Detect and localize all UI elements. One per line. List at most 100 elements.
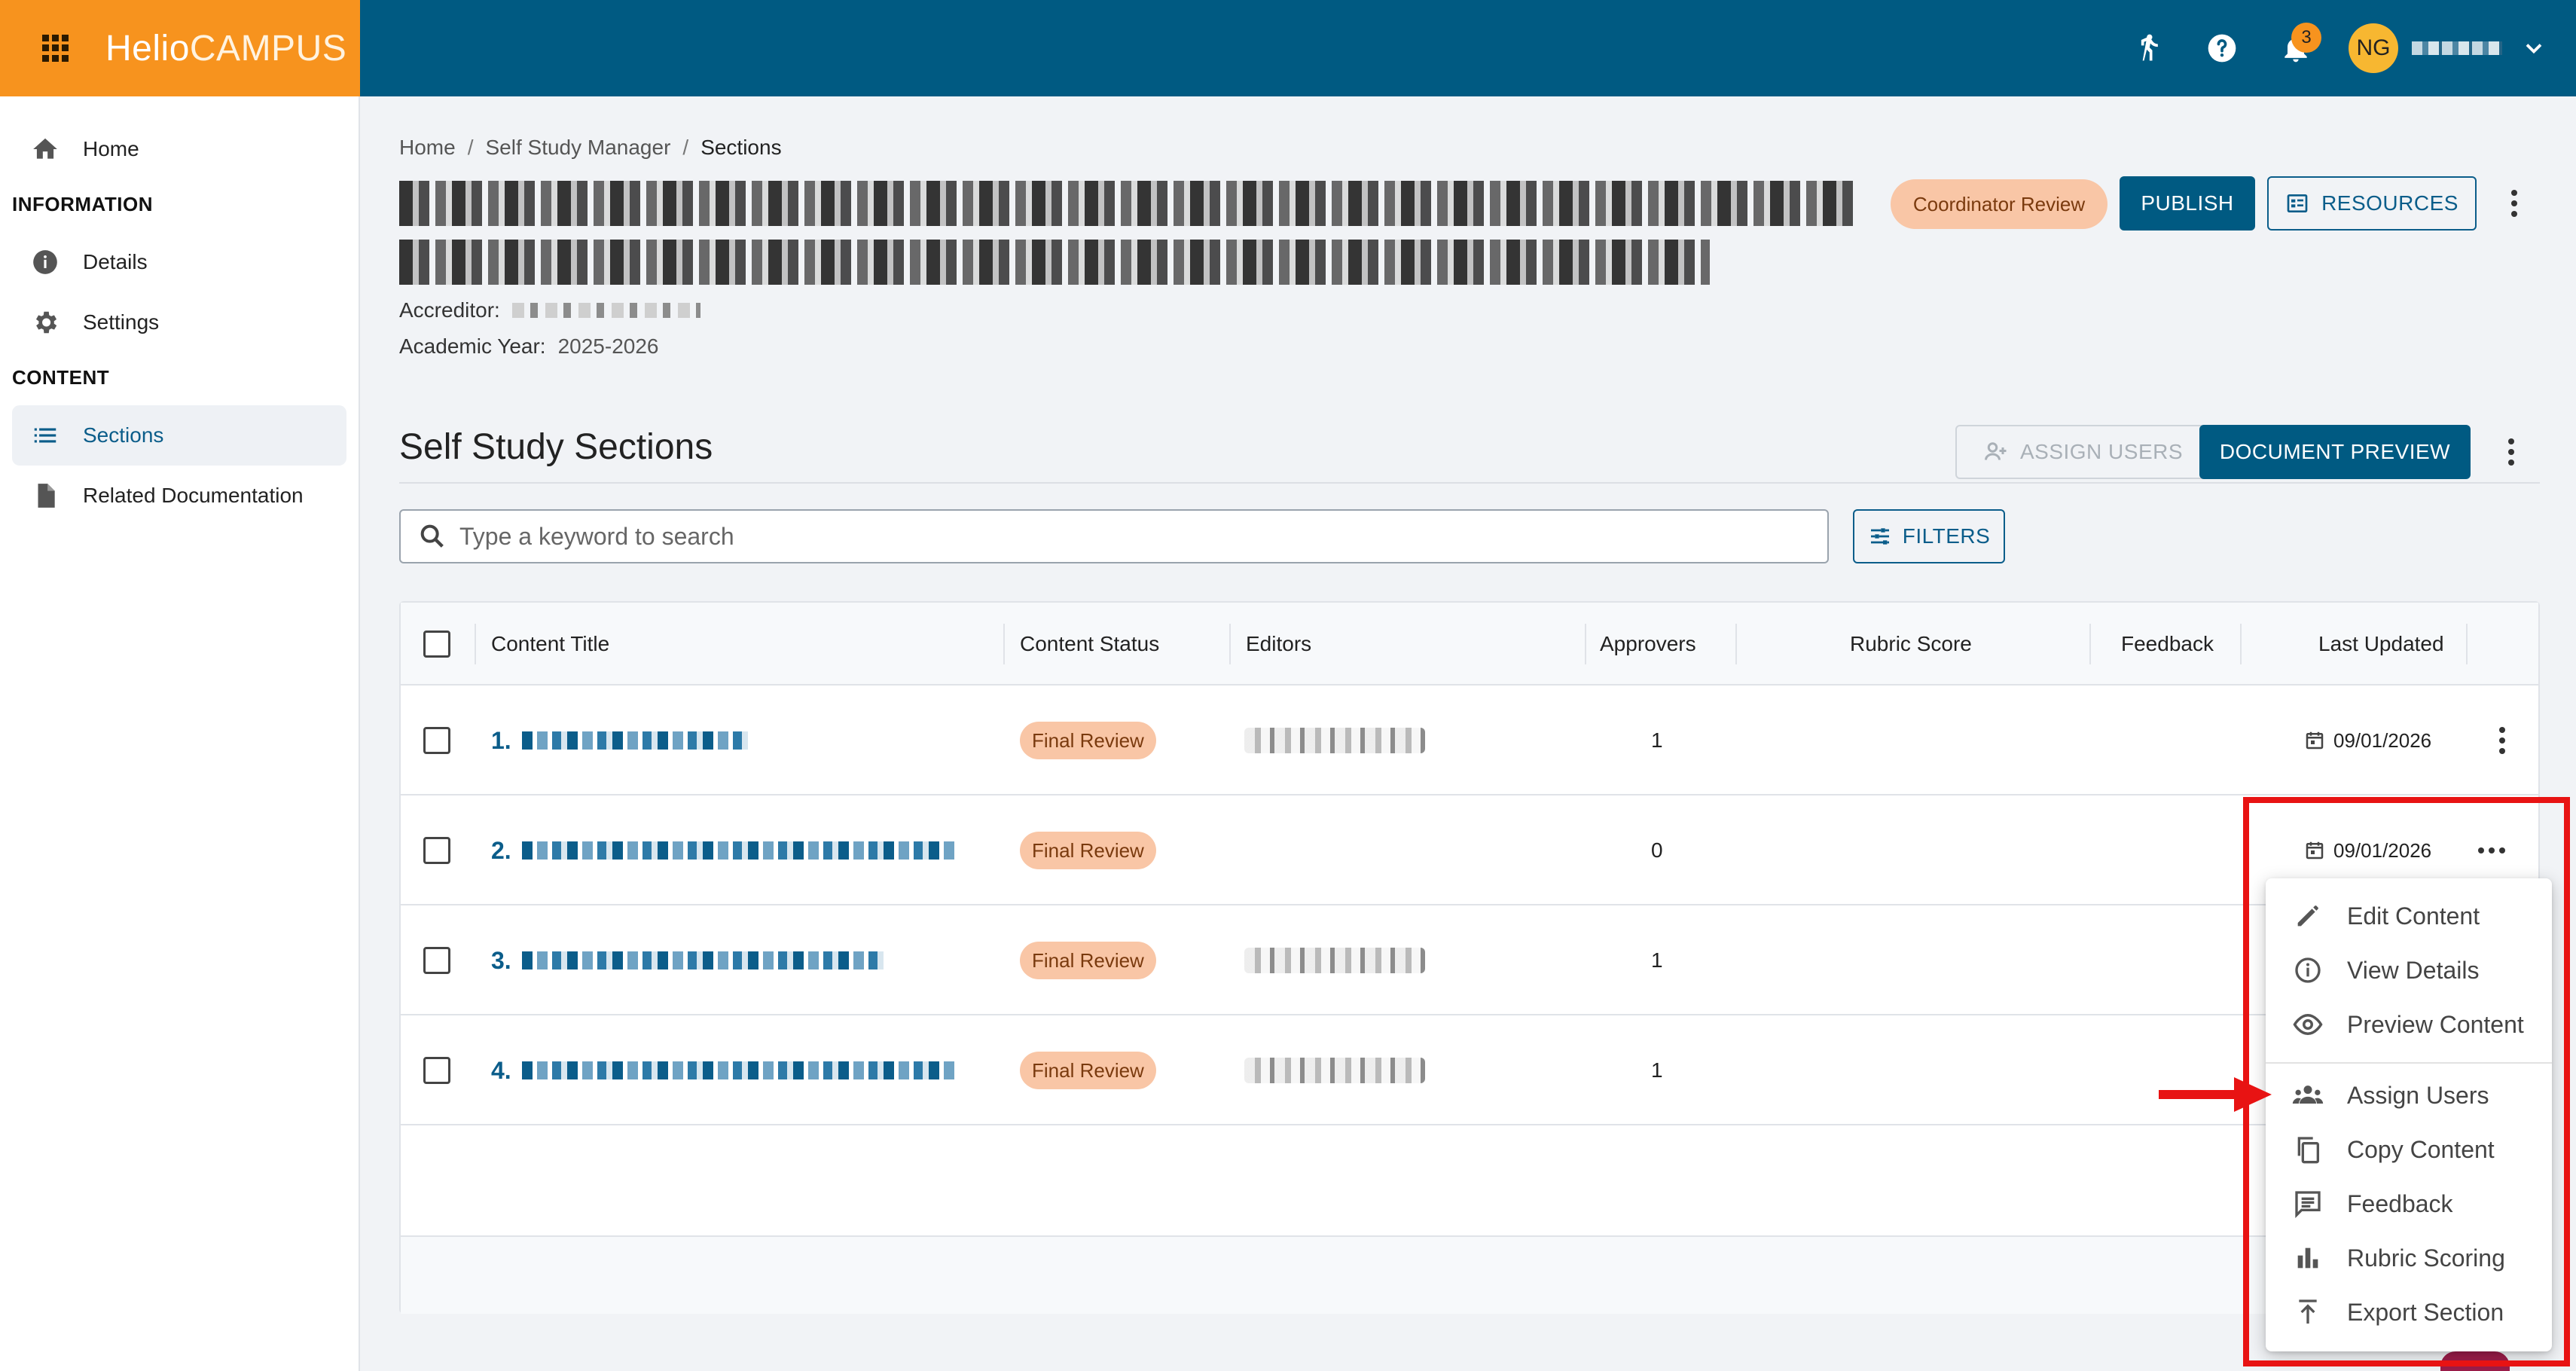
accreditor-value-redacted [511, 303, 700, 318]
page-title-redacted-line2 [399, 240, 1710, 285]
document-preview-button[interactable]: DOCUMENT PREVIEW [2199, 425, 2471, 479]
status-pill: Final Review [1020, 1052, 1156, 1089]
column-header-approvers[interactable]: Approvers [1600, 603, 1696, 686]
table-footer [401, 1235, 2538, 1314]
editor-redacted [1244, 1058, 1425, 1083]
breadcrumb-self-study-manager[interactable]: Self Study Manager [485, 136, 670, 160]
brand-area: HelioCAMPUS [0, 0, 360, 96]
resources-button[interactable]: RESOURCES [2267, 176, 2477, 231]
assign-users-label: ASSIGN USERS [2019, 440, 2184, 463]
row-more-options-icon[interactable] [2487, 718, 2517, 763]
academic-year-value: 2025-2026 [557, 334, 659, 358]
table-header: Content Title Content Status Editors App… [401, 603, 2538, 686]
annotation-arrow-icon [2159, 1077, 2272, 1112]
status-pill: Final Review [1020, 942, 1156, 979]
breadcrumb-home[interactable]: Home [399, 136, 456, 160]
search-input[interactable] [459, 522, 1740, 551]
sections-table: Content Title Content Status Editors App… [399, 601, 2540, 1314]
assign-users-button[interactable]: ASSIGN USERS [1955, 425, 2210, 479]
content-title-link[interactable]: 3. [491, 905, 884, 1015]
page-title-redacted [399, 181, 1853, 226]
breadcrumb-separator: / [682, 136, 689, 159]
select-all-checkbox[interactable] [423, 631, 450, 658]
table-row[interactable]: 1. Final Review 1 09/01/2026 [401, 686, 2538, 795]
row-checkbox[interactable] [423, 1057, 450, 1084]
breadcrumb-separator: / [467, 136, 474, 159]
sidebar-item-home[interactable]: Home [12, 119, 346, 179]
filters-label: FILTERS [1902, 524, 1991, 548]
filter-sliders-icon [1870, 528, 1889, 545]
search-icon [420, 524, 444, 548]
section-divider [399, 482, 2540, 484]
approvers-count: 1 [1651, 1058, 1663, 1082]
section-heading: Self Study Sections [399, 427, 713, 467]
column-header-content-status[interactable]: Content Status [1020, 603, 1159, 686]
sidebar-item-label: Details [83, 250, 148, 273]
row-checkbox[interactable] [423, 727, 450, 754]
sidebar-item-sections[interactable]: Sections [12, 405, 346, 466]
sidebar-section-content: CONTENT [12, 366, 110, 389]
resources-icon [2287, 194, 2308, 212]
table-row[interactable]: 2. Final Review 0 09/01/2026 [401, 795, 2538, 905]
info-icon [30, 247, 60, 277]
sidebar-item-label: Settings [83, 310, 160, 334]
sidebar-item-settings[interactable]: Settings [12, 292, 346, 353]
sidebar-item-details[interactable]: Details [12, 232, 346, 292]
row-checkbox[interactable] [423, 947, 450, 974]
notification-count-badge: 3 [2291, 23, 2321, 53]
resources-button-label: RESOURCES [2321, 191, 2458, 215]
home-icon [30, 134, 60, 164]
heliocampus-logo[interactable]: HelioCAMPUS [105, 28, 346, 69]
chevron-down-icon[interactable] [2520, 35, 2547, 62]
sidebar-item-label: Home [83, 137, 139, 160]
top-app-bar: HelioCAMPUS 3 NG [0, 0, 2576, 96]
add-person-icon [1984, 442, 2007, 460]
breadcrumb: Home / Self Study Manager / Sections [399, 136, 782, 160]
search-box[interactable] [399, 509, 1829, 563]
help-icon[interactable] [2201, 27, 2243, 69]
user-name-redacted[interactable] [2412, 41, 2502, 55]
last-updated: 09/01/2026 [2303, 686, 2431, 795]
column-header-rubric-score[interactable]: Rubric Score [1850, 603, 1972, 686]
approvers-count: 0 [1651, 838, 1663, 862]
content-title-link[interactable]: 2. [491, 795, 959, 905]
approvers-count: 1 [1651, 728, 1663, 752]
notifications-bell-icon[interactable]: 3 [2275, 23, 2321, 69]
status-pill: Final Review [1020, 832, 1156, 869]
accreditor-row: Accreditor: [399, 298, 700, 322]
content-title-link[interactable]: 1. [491, 686, 748, 795]
sidebar-item-label: Related Documentation [83, 484, 304, 507]
app-launcher-icon[interactable] [42, 35, 69, 62]
content-title-link[interactable]: 4. [491, 1015, 959, 1125]
gear-icon [30, 307, 60, 337]
user-avatar[interactable]: NG [2349, 23, 2398, 73]
sidebar-item-related-documentation[interactable]: Related Documentation [12, 466, 346, 526]
page-more-options-icon[interactable] [2499, 181, 2529, 226]
column-header-editors[interactable]: Editors [1246, 603, 1311, 686]
row-checkbox[interactable] [423, 837, 450, 864]
document-icon [30, 481, 60, 511]
status-badge: Coordinator Review [1891, 179, 2107, 229]
filters-button[interactable]: FILTERS [1853, 509, 2005, 563]
approvers-count: 1 [1651, 948, 1663, 972]
academic-year-label: Academic Year: [399, 334, 546, 358]
calendar-icon [2306, 731, 2324, 750]
column-header-feedback[interactable]: Feedback [2121, 603, 2214, 686]
sidebar: Home INFORMATION Details Settings CONTEN… [0, 96, 360, 1371]
table-row[interactable]: 3. Final Review 1 [401, 905, 2538, 1015]
publish-button[interactable]: PUBLISH [2120, 176, 2255, 231]
sidebar-item-label: Sections [83, 423, 164, 447]
academic-year-row: Academic Year: 2025-2026 [399, 334, 658, 359]
accessibility-walk-icon[interactable] [2127, 27, 2169, 69]
status-pill: Final Review [1020, 722, 1156, 759]
accreditor-label: Accreditor: [399, 298, 500, 322]
list-icon [30, 420, 60, 450]
breadcrumb-current: Sections [700, 136, 782, 159]
sidebar-section-information: INFORMATION [12, 193, 153, 215]
column-header-last-updated[interactable]: Last Updated [2318, 603, 2444, 686]
annotation-highlight-box [2243, 797, 2570, 1366]
sections-more-options-icon[interactable] [2496, 429, 2526, 475]
editor-redacted [1244, 948, 1425, 973]
editor-redacted [1244, 728, 1425, 753]
column-header-content-title[interactable]: Content Title [491, 603, 609, 686]
